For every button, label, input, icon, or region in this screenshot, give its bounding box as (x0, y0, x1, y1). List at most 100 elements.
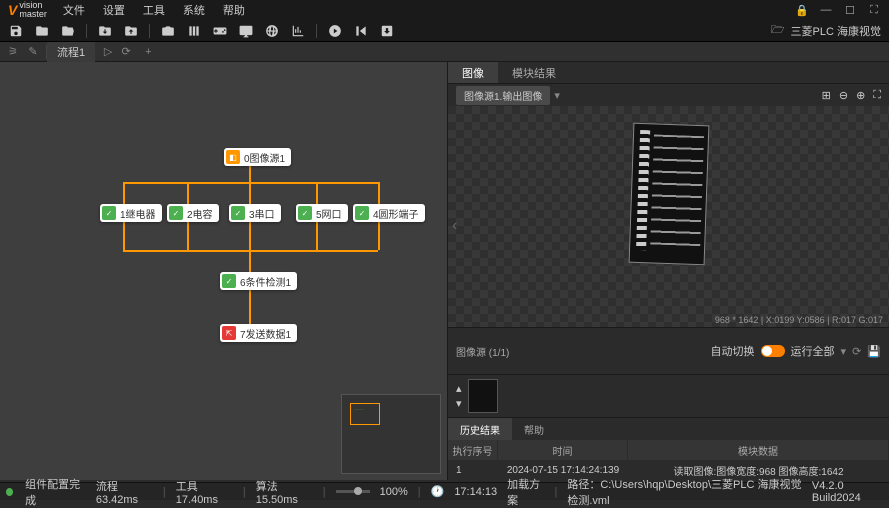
flow-tab-label: 流程1 (57, 44, 85, 60)
menu-settings[interactable]: 设置 (103, 2, 125, 18)
export-icon[interactable] (379, 23, 395, 39)
play-all-icon[interactable] (353, 23, 369, 39)
zoom-in-icon[interactable]: ⊕ (856, 89, 865, 102)
app-logo: V vision master (8, 1, 47, 19)
check-icon: ✓ (231, 206, 245, 220)
menu-tools[interactable]: 工具 (143, 2, 165, 18)
tab-help[interactable]: 帮助 (512, 418, 556, 440)
status-bar: 组件配置完成 流程 63.42ms | 工具 17.40ms | 算法 15.5… (0, 482, 889, 500)
th-seq: 执行序号 (448, 440, 498, 460)
window-controls: 🔒 — ☐ ⛶ (795, 4, 881, 17)
check-icon: ✓ (298, 206, 312, 220)
image-breadcrumb: 图像源1.输出图像 ▾ ⊞ ⊖ ⊕ ⛶ (448, 84, 889, 106)
monitor-icon[interactable] (238, 23, 254, 39)
zoom-out-icon[interactable]: ⊖ (839, 89, 848, 102)
node-label: 0图像源1 (244, 150, 285, 165)
node-label: 2电容 (187, 206, 213, 221)
minimap[interactable]: ····· (341, 394, 441, 474)
thumb-label: 图像源 (1/1) (456, 344, 509, 359)
project-folder-icon[interactable]: 🗁 (771, 21, 785, 40)
node-capacitor[interactable]: ✓ 2电容 (167, 204, 219, 222)
chart-icon[interactable] (290, 23, 306, 39)
tab-module-result[interactable]: 模块结果 (498, 62, 570, 83)
minimize-icon[interactable]: — (819, 4, 833, 17)
folder-open-icon[interactable] (60, 23, 76, 39)
thumbnail[interactable] (468, 379, 498, 413)
check-icon: ✓ (355, 206, 369, 220)
bottom-tabs: 历史结果 帮助 (448, 418, 889, 440)
titlebar: V vision master 文件 设置 工具 系统 帮助 🔒 — ☐ ⛶ (0, 0, 889, 20)
add-flow-icon[interactable]: + (139, 46, 157, 58)
thumb-strip: ▴▾ (448, 375, 889, 418)
tab-image[interactable]: 图像 (448, 62, 498, 83)
logo-text-bottom: master (19, 10, 47, 19)
chevron-down-icon[interactable]: ▾ (841, 345, 847, 358)
node-condition[interactable]: ✓ 6条件检测1 (220, 272, 297, 290)
open-icon[interactable] (34, 23, 50, 39)
fit-icon[interactable]: ⛶ (873, 89, 881, 102)
status-loading: 加载方案 (507, 476, 544, 508)
viewer-info: 968 * 1642 | X:0199 Y:0586 | R:017 G:017 (715, 315, 883, 325)
th-time: 时间 (498, 440, 628, 460)
status-zoom: 100% (380, 486, 408, 498)
node-label: 1继电器 (120, 206, 156, 221)
auto-switch-label: 自动切换 (711, 343, 755, 359)
status-path: 路径：C:\Users\hqp\Desktop\三菱PLC 海康视觉检测.vml (567, 476, 802, 508)
maximize-icon[interactable]: ☐ (843, 4, 857, 17)
menu-file[interactable]: 文件 (63, 2, 85, 18)
menu-help[interactable]: 帮助 (223, 2, 245, 18)
flow-bar: ⚞ ✎ 流程1 ▷ ⟳ + (0, 42, 889, 62)
node-send-data[interactable]: ⇱ 7发送数据1 (220, 324, 297, 342)
status-indicator (6, 488, 13, 496)
check-icon: ✓ (169, 206, 183, 220)
main-toolbar: 🗁 三菱PLC 海康视觉 (0, 20, 889, 42)
save-icon[interactable] (8, 23, 24, 39)
lock-icon[interactable]: 🔒 (795, 4, 809, 17)
controller-icon[interactable] (212, 23, 228, 39)
right-panel: 图像 模块结果 图像源1.输出图像 ▾ ⊞ ⊖ ⊕ ⛶ ‹ 968 * 1642… (447, 62, 889, 480)
flowchart-icon[interactable]: ⚞ (6, 45, 20, 59)
toolbar-right: 🗁 三菱PLC 海康视觉 (771, 21, 881, 40)
camera-icon[interactable] (160, 23, 176, 39)
globe-icon[interactable] (264, 23, 280, 39)
breadcrumb-chip[interactable]: 图像源1.输出图像 (456, 86, 550, 105)
node-label: 3串口 (249, 206, 275, 221)
node-ethernet[interactable]: ✓ 5网口 (296, 204, 348, 222)
send-icon: ⇱ (222, 326, 236, 340)
image-viewer[interactable]: ‹ 968 * 1642 | X:0199 Y:0586 | R:017 G:0… (448, 106, 889, 327)
node-relay[interactable]: ✓ 1继电器 (100, 204, 162, 222)
chevron-down-icon[interactable]: ▾ (554, 89, 560, 102)
flow-tab[interactable]: 流程1 (47, 42, 95, 62)
node-terminal[interactable]: ✓ 4圆形端子 (353, 204, 425, 222)
save-thumb-icon[interactable]: 💾 (867, 345, 881, 358)
status-time: 17:14:13 (454, 486, 497, 498)
flow-canvas[interactable]: ◧ 0图像源1 ✓ 1继电器 ✓ 2电容 ✓ 3串口 ✓ 5网口 ✓ 4圆形端子… (0, 62, 447, 480)
refresh-icon[interactable]: ⟳ (852, 345, 861, 358)
node-image-source[interactable]: ◧ 0图像源1 (224, 148, 291, 166)
project-label: 三菱PLC 海康视觉 (791, 23, 881, 39)
main-menu: 文件 设置 工具 系统 帮助 (63, 2, 245, 18)
flow-play-icon[interactable]: ▷ (101, 45, 115, 59)
thumbnail-row: 图像源 (1/1) 自动切换 运行全部 ▾ ⟳ 💾 (448, 327, 889, 375)
menu-system[interactable]: 系统 (183, 2, 205, 18)
auto-switch-toggle[interactable] (761, 345, 785, 357)
flow-loop-icon[interactable]: ⟳ (119, 45, 133, 59)
columns-icon[interactable] (186, 23, 202, 39)
thumb-nav[interactable]: ▴▾ (456, 382, 462, 410)
zoom-slider[interactable] (336, 490, 370, 493)
prev-image-icon[interactable]: ‹ (452, 217, 457, 235)
wand-icon[interactable]: ✎ (26, 45, 40, 59)
check-icon: ✓ (222, 274, 236, 288)
logo-mark: V (8, 2, 17, 18)
play-icon[interactable] (327, 23, 343, 39)
th-data: 模块数据 (628, 440, 889, 460)
folder-up-icon[interactable] (123, 23, 139, 39)
folder-down-icon[interactable] (97, 23, 113, 39)
node-label: 4圆形端子 (373, 206, 419, 221)
check-icon: ✓ (102, 206, 116, 220)
tab-history[interactable]: 历史结果 (448, 418, 512, 440)
preview-image (628, 123, 709, 266)
close-icon[interactable]: ⛶ (867, 4, 881, 17)
node-serial[interactable]: ✓ 3串口 (229, 204, 281, 222)
add-view-icon[interactable]: ⊞ (822, 89, 831, 102)
